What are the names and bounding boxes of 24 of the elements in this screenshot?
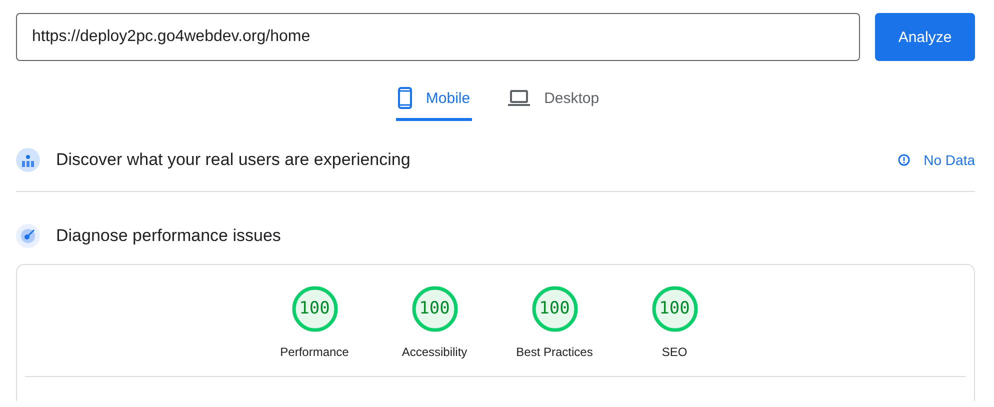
phone-icon bbox=[398, 87, 412, 109]
score-value: 100 bbox=[299, 300, 330, 318]
score-value: 100 bbox=[419, 300, 450, 318]
score-label: SEO bbox=[662, 345, 688, 359]
device-tab[interactable]: Desktop bbox=[506, 79, 602, 121]
section-title: Diagnose performance issues bbox=[56, 226, 282, 246]
score-gauge bbox=[650, 285, 698, 333]
analyze-button[interactable]: Analyze bbox=[875, 13, 975, 61]
score-gauge bbox=[290, 285, 338, 333]
users-chart-icon bbox=[16, 148, 40, 172]
radar-icon bbox=[16, 224, 40, 248]
score-value: 100 bbox=[659, 300, 690, 318]
device-tab[interactable]: Mobile bbox=[396, 79, 472, 121]
info-icon bbox=[898, 154, 910, 166]
laptop-icon bbox=[508, 90, 530, 106]
section-title: Discover what your real users are experiencing bbox=[56, 150, 412, 170]
score-label: Accessibility bbox=[402, 345, 468, 359]
score-value: 100 bbox=[539, 300, 570, 318]
url-field[interactable]: https://deploy2pc.go4webdev.org/home bbox=[16, 13, 860, 61]
score-label: Best Practices bbox=[516, 345, 593, 359]
score-label: Performance bbox=[280, 345, 349, 359]
score-gauge bbox=[410, 285, 458, 333]
no-data-status[interactable]: No Data bbox=[924, 152, 975, 168]
score-gauge bbox=[530, 285, 578, 333]
